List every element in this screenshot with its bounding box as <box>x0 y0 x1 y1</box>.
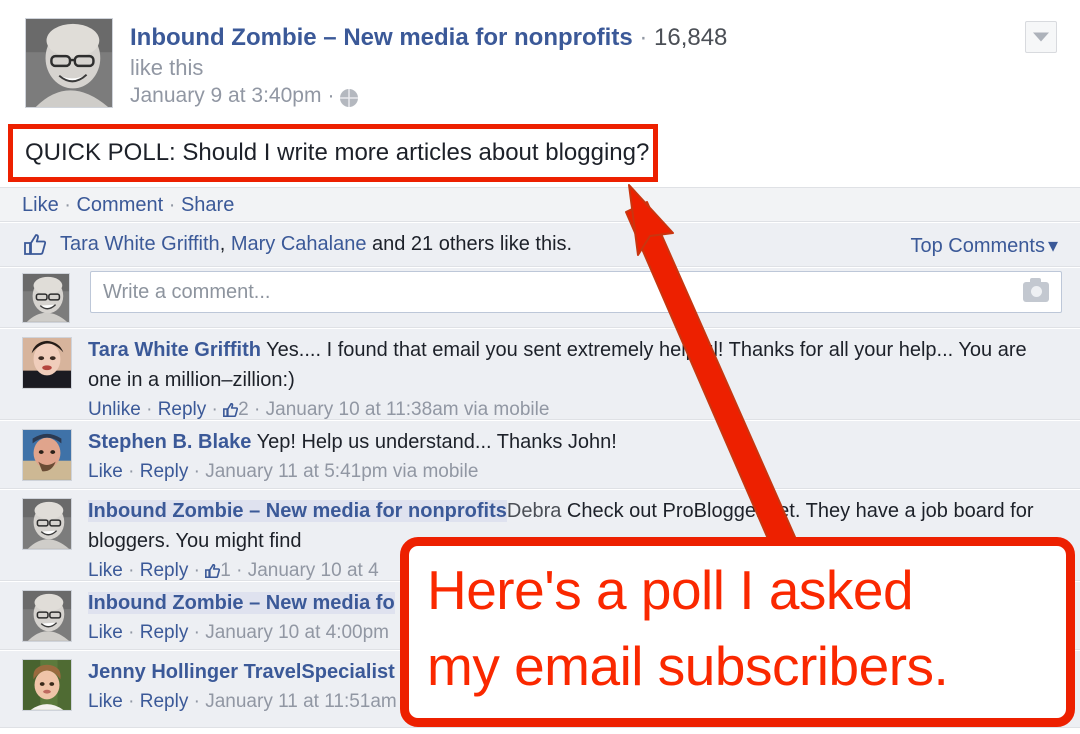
comment-item: Tara White Griffith Yes.... I found that… <box>0 329 1080 420</box>
post-options-button[interactable] <box>1025 21 1057 53</box>
timestamp-dot: · <box>327 84 335 107</box>
post-timestamp[interactable]: January 9 at 3:40pm <box>130 82 321 110</box>
meta-dot: · <box>122 461 140 482</box>
meta-dot: · <box>188 691 206 712</box>
comment-reply-button[interactable]: Reply <box>140 622 189 643</box>
meta-dot: · <box>230 560 248 581</box>
action-links: Like · Comment · Share <box>22 194 234 217</box>
comment-text-line: Stephen B. Blake Yep! Help us understand… <box>88 427 1064 457</box>
comment-mention[interactable]: Debra <box>507 500 561 522</box>
comment-timestamp: January 10 at 4 <box>247 560 379 581</box>
meta-dot: · <box>188 622 206 643</box>
avatar-photo <box>23 660 71 710</box>
comment-like-count: 2 <box>238 399 249 420</box>
viewer-avatar <box>22 273 70 323</box>
comment-reply-button[interactable]: Reply <box>140 461 189 482</box>
likes-summary-row: Tara White Griffith, Mary Cahalane and 2… <box>0 223 1080 267</box>
comment-like-button[interactable]: Like <box>88 622 123 643</box>
name-separator: · <box>632 24 654 51</box>
commenter-name[interactable]: Stephen B. Blake <box>88 431 251 453</box>
liker-2-link[interactable]: Mary Cahalane <box>231 233 367 255</box>
like-button[interactable]: Like <box>22 194 59 216</box>
chevron-down-icon <box>1033 32 1049 42</box>
post-action-bar: Like · Comment · Share <box>0 187 1080 222</box>
comment-button[interactable]: Comment <box>76 194 163 216</box>
comment-text-line: Tara White Griffith Yes.... I found that… <box>88 335 1064 395</box>
likes-others-text: and 21 others like this. <box>366 233 573 255</box>
meta-dot: · <box>122 622 140 643</box>
meta-dot: · <box>248 399 266 420</box>
thumbs-up-icon <box>24 234 46 255</box>
page-like-count: 16,848 <box>654 24 728 51</box>
meta-dot: · <box>122 691 140 712</box>
commenter-name[interactable]: Inbound Zombie – New media for nonprofit… <box>88 500 507 522</box>
comment-input-wrapper[interactable]: Write a comment... <box>90 271 1062 313</box>
comment-composer-row: Write a comment... <box>0 268 1080 328</box>
comment-timestamp: January 11 at 5:41pm via mobile <box>205 461 479 482</box>
comment-timestamp: January 10 at 4:00pm <box>205 622 390 643</box>
meta-dot: · <box>188 461 206 482</box>
annotation-callout-text: Here's a poll I asked my email subscribe… <box>427 552 1056 704</box>
comment-like-button[interactable]: Like <box>88 461 123 482</box>
commenter-avatar[interactable] <box>22 429 72 481</box>
post-header-text: Inbound Zombie – New media for nonprofit… <box>130 22 1010 110</box>
annotation-callout-box: Here's a poll I asked my email subscribe… <box>400 537 1075 727</box>
comment-reply-button[interactable]: Reply <box>158 399 207 420</box>
avatar-photo <box>26 19 112 107</box>
meta-dot: · <box>140 399 158 420</box>
meta-dot: · <box>206 399 224 420</box>
likes-comma: , <box>219 233 231 255</box>
liker-1-link[interactable]: Tara White Griffith <box>60 233 220 255</box>
post-header: Inbound Zombie – New media for nonprofit… <box>0 0 1080 118</box>
chevron-down-icon: ▾ <box>1047 235 1058 257</box>
thumbs-up-icon <box>223 403 239 417</box>
thumbs-up-icon <box>205 564 221 578</box>
commenter-name[interactable]: Tara White Griffith <box>88 339 261 361</box>
commenter-avatar[interactable] <box>22 659 72 711</box>
commenter-name[interactable]: Inbound Zombie – New media fo <box>88 592 395 614</box>
comment-sort-label: Top Comments <box>910 235 1045 257</box>
comment-meta: Like · Reply · January 11 at 5:41pm via … <box>88 457 1064 487</box>
commenter-avatar[interactable] <box>22 337 72 389</box>
meta-dot: · <box>188 560 206 581</box>
share-button[interactable]: Share <box>181 194 234 216</box>
comment-like-button[interactable]: Like <box>88 560 123 581</box>
post-timestamp-row: January 9 at 3:40pm · <box>130 82 1010 110</box>
comment-text: Yep! Help us understand... Thanks John! <box>251 431 617 453</box>
comment-body: Stephen B. Blake Yep! Help us understand… <box>88 427 1064 487</box>
avatar-photo <box>23 591 71 641</box>
avatar-photo <box>23 499 71 549</box>
avatar-photo <box>23 430 71 480</box>
camera-icon[interactable] <box>1023 278 1049 302</box>
avatar-photo <box>23 338 71 388</box>
facebook-post-screenshot: Inbound Zombie – New media for nonprofit… <box>0 0 1080 734</box>
comment-timestamp: January 11 at 11:51am <box>205 691 397 712</box>
commenter-avatar[interactable] <box>22 590 72 642</box>
like-this-text: like this <box>130 55 204 80</box>
comment-reply-button[interactable]: Reply <box>140 560 189 581</box>
likes-names: Tara White Griffith, Mary Cahalane and 2… <box>60 233 572 256</box>
comment-sort-selector[interactable]: Top Comments ▾ <box>910 233 1058 258</box>
page-name-line: Inbound Zombie – New media for nonprofit… <box>130 22 1010 54</box>
callout-line-1: Here's a poll I asked <box>427 559 914 621</box>
action-dot-1: · <box>58 194 77 216</box>
comment-item: Stephen B. Blake Yep! Help us understand… <box>0 421 1080 489</box>
commenter-avatar[interactable] <box>22 498 72 550</box>
comment-like-count: 1 <box>220 560 231 581</box>
callout-line-2: my email subscribers. <box>427 635 949 697</box>
page-name-link[interactable]: Inbound Zombie – New media for nonprofit… <box>130 24 633 51</box>
page-avatar[interactable] <box>25 18 113 108</box>
comment-timestamp: January 10 at 11:38am via mobile <box>265 399 550 420</box>
meta-dot: · <box>122 560 140 581</box>
comment-like-button[interactable]: Like <box>88 691 123 712</box>
action-dot-2: · <box>163 194 181 216</box>
comment-like-button[interactable]: Unlike <box>88 399 141 420</box>
commenter-name[interactable]: Jenny Hollinger TravelSpecialist <box>88 661 395 683</box>
comment-reply-button[interactable]: Reply <box>140 691 189 712</box>
comment-body: Tara White Griffith Yes.... I found that… <box>88 335 1064 425</box>
globe-icon <box>340 89 359 107</box>
avatar-photo <box>23 274 69 322</box>
comment-input-placeholder: Write a comment... <box>103 281 271 303</box>
red-highlight-box <box>8 124 658 182</box>
